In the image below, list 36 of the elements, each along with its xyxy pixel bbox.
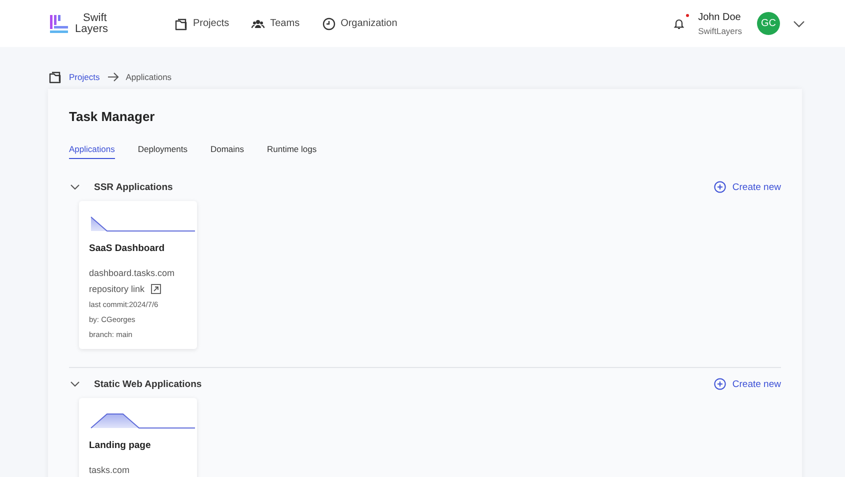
plus-circle-icon	[714, 378, 726, 390]
create-new-link[interactable]: Create new	[714, 181, 781, 193]
nav-link[interactable]: Projects	[174, 16, 230, 30]
app-domain: dashboard.tasks.com	[89, 268, 176, 278]
nav-link[interactable]: Organization	[322, 16, 398, 30]
folder-icon	[48, 70, 62, 84]
tab[interactable]: Runtime logs	[267, 144, 317, 159]
app-card[interactable]: Landing page tasks.com	[79, 398, 197, 477]
app-name: Landing page	[89, 440, 152, 451]
breadcrumb-link[interactable]: Projects	[69, 72, 100, 82]
user-name: John Doe	[698, 12, 742, 22]
chevron-down-icon	[793, 20, 805, 28]
tab[interactable]: Domains	[210, 144, 244, 159]
breadcrumb-current: Applications	[126, 72, 172, 82]
plus-circle-icon	[714, 181, 726, 193]
user-organization: SwiftLayers	[698, 26, 742, 36]
nav-link[interactable]: Teams	[251, 16, 300, 30]
tab[interactable]: Deployments	[138, 144, 188, 159]
bell-icon	[673, 17, 686, 30]
external-link-icon	[150, 284, 161, 294]
tab[interactable]: Applications	[69, 144, 115, 159]
app-domain: tasks.com	[89, 465, 131, 475]
logo-text: Swift	[82, 12, 108, 24]
folder-icon	[174, 16, 188, 30]
section-title: Static Web Applications	[94, 378, 203, 390]
arrow-right-icon	[106, 72, 119, 82]
section-title: SSR Applications	[94, 182, 174, 192]
clock-icon	[322, 16, 336, 30]
chevron-down-icon	[70, 379, 80, 389]
app-name: SaaS Dashboard	[89, 243, 166, 254]
chevron-down-icon	[70, 182, 80, 192]
repository-link[interactable]: repository link	[89, 284, 187, 294]
page-title: Task Manager	[69, 109, 156, 124]
create-new-link[interactable]: Create new	[714, 378, 781, 390]
logo-text: Layers	[75, 24, 108, 34]
logo-icon	[50, 14, 68, 32]
